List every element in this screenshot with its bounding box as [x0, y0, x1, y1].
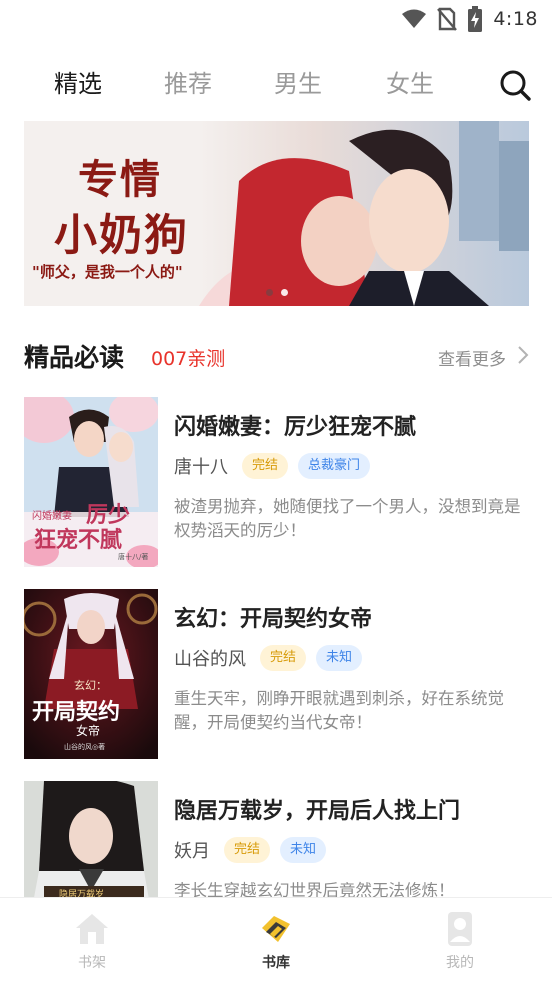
book-cover[interactable]: 玄幻： 开局契约 女帝 山谷的风◎著 [24, 589, 158, 759]
book-meta: 妖月 完结 未知 [174, 837, 327, 863]
tab-male[interactable]: 男生 [274, 62, 322, 106]
promo-banner[interactable]: 专情 小奶狗 "师父，是我一个人的" [24, 121, 529, 306]
book-cover[interactable]: 闪婚嫩妻 厉少 狂宠不腻 唐十八/著 [24, 397, 158, 567]
book-description: 被渣男抛弃，她随便找了一个男人，没想到竟是权势滔天的厉少！ [174, 497, 521, 540]
book-item[interactable]: 闪婚嫩妻 厉少 狂宠不腻 唐十八/著 闪婚嫩妻：厉少狂宠不腻 唐十八 完结 总裁… [24, 397, 530, 567]
status-icons: 4:18 [401, 6, 538, 32]
user-icon [448, 912, 472, 946]
genre-badge: 未知 [280, 837, 327, 863]
status-badge: 完结 [260, 645, 307, 671]
book-title[interactable]: 隐居万载岁，开局后人找上门 [174, 793, 460, 825]
home-icon [76, 914, 108, 944]
carousel-dot-active [281, 289, 288, 296]
svg-text:女帝: 女帝 [76, 723, 100, 738]
genre-badge: 总裁豪门 [298, 453, 371, 479]
svg-text:狂宠不腻: 狂宠不腻 [34, 527, 122, 553]
book-author: 山谷的风 [174, 649, 246, 670]
status-badge: 完结 [224, 837, 271, 863]
battery-charging-icon [468, 6, 483, 32]
nav-label: 我的 [446, 955, 474, 971]
svg-text:厉少: 厉少 [86, 502, 130, 528]
book-item[interactable]: 玄幻： 开局契约 女帝 山谷的风◎著 玄幻：开局契约女帝 山谷的风 完结 未知 … [24, 589, 530, 759]
svg-text:玄幻：: 玄幻： [74, 678, 107, 692]
carousel-indicator [266, 289, 288, 296]
wifi-icon [402, 9, 427, 28]
tab-featured[interactable]: 精选 [54, 62, 102, 106]
book-meta: 唐十八 完结 总裁豪门 [174, 453, 371, 479]
nav-profile[interactable]: 我的 [410, 910, 510, 972]
svg-text:山谷的风◎著: 山谷的风◎著 [64, 742, 105, 751]
book-title[interactable]: 闪婚嫩妻：厉少狂宠不腻 [174, 409, 416, 441]
chevron-right-icon[interactable] [516, 344, 530, 366]
book-title[interactable]: 玄幻：开局契约女帝 [174, 601, 372, 633]
carousel-dot [266, 289, 273, 296]
banner-title-line2: 小奶狗 [54, 211, 189, 261]
book-library-icon [262, 916, 290, 942]
genre-badge: 未知 [316, 645, 363, 671]
svg-text:开局契约: 开局契约 [32, 699, 120, 725]
nav-label: 书架 [78, 955, 106, 971]
no-sim-icon [437, 7, 458, 31]
book-author: 唐十八 [174, 457, 228, 478]
svg-text:闪婚嫩妻: 闪婚嫩妻 [32, 509, 72, 522]
book-meta: 山谷的风 完结 未知 [174, 645, 363, 671]
nav-library[interactable]: 书库 [226, 910, 326, 972]
nav-bookshelf[interactable]: 书架 [42, 910, 142, 972]
banner-illustration [199, 121, 529, 306]
section-tag: 007亲测 [151, 348, 226, 370]
banner-subtitle: "师父，是我一个人的" [32, 263, 183, 281]
book-description: 重生天牢，刚睁开眼就遇到刺杀，好在系统觉醒，开局便契约当代女帝！ [174, 689, 504, 732]
banner-title-line1: 专情 [78, 156, 162, 203]
status-bar: 4:18 [0, 0, 552, 40]
view-more-link[interactable]: 查看更多 [438, 345, 506, 370]
book-author: 妖月 [174, 841, 210, 862]
section-title: 精品必读 [24, 343, 125, 372]
tab-recommended[interactable]: 推荐 [164, 62, 212, 106]
category-tabs: 精选 推荐 男生 女生 [0, 62, 552, 106]
search-icon[interactable] [498, 68, 532, 102]
tab-female[interactable]: 女生 [386, 62, 434, 106]
status-time: 4:18 [493, 8, 538, 30]
svg-text:唐十八/著: 唐十八/著 [118, 552, 148, 561]
bottom-nav: 书架 书库 我的 [0, 897, 552, 983]
section-header: 精品必读 007亲测 查看更多 [24, 338, 530, 374]
nav-label: 书库 [262, 955, 290, 971]
status-badge: 完结 [242, 453, 289, 479]
